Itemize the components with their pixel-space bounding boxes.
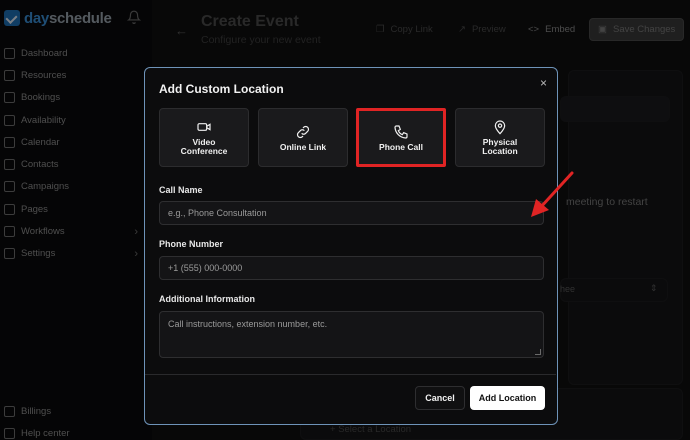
resize-handle-icon[interactable] xyxy=(535,349,541,355)
call-name-input[interactable]: e.g., Phone Consultation xyxy=(159,201,544,225)
option-online-link[interactable]: Online Link xyxy=(258,108,348,167)
option-label: Video Conference xyxy=(180,137,228,156)
phone-number-label: Phone Number xyxy=(159,239,224,249)
call-name-label: Call Name xyxy=(159,185,203,195)
phone-number-input[interactable]: +1 (555) 000-0000 xyxy=(159,256,544,280)
option-phone-call[interactable]: Phone Call xyxy=(356,108,446,167)
option-label: Phone Call xyxy=(379,141,423,152)
link-icon xyxy=(296,125,310,138)
option-video-conference[interactable]: Video Conference xyxy=(159,108,249,167)
add-location-button[interactable]: Add Location xyxy=(470,386,545,410)
option-label: Physical Location xyxy=(482,137,518,156)
cancel-button[interactable]: Cancel xyxy=(415,386,465,410)
video-icon xyxy=(197,123,211,131)
option-label: Online Link xyxy=(279,141,327,152)
map-pin-icon xyxy=(494,120,506,135)
add-custom-location-dialog: Add Custom Location × Video Conference O… xyxy=(144,67,558,425)
additional-info-textarea[interactable]: Call instructions, extension number, etc… xyxy=(159,311,544,358)
dialog-footer-divider xyxy=(145,374,556,375)
additional-info-placeholder: Call instructions, extension number, etc… xyxy=(168,319,328,329)
app-window: dayschedule Dashboard Resources Bookings… xyxy=(0,0,690,440)
annotation-arrow-icon xyxy=(531,171,574,217)
close-icon[interactable]: × xyxy=(540,76,547,90)
additional-info-label: Additional Information xyxy=(159,294,255,304)
option-physical-location[interactable]: Physical Location xyxy=(455,108,545,167)
dialog-title: Add Custom Location xyxy=(159,82,284,96)
phone-icon xyxy=(394,124,408,139)
